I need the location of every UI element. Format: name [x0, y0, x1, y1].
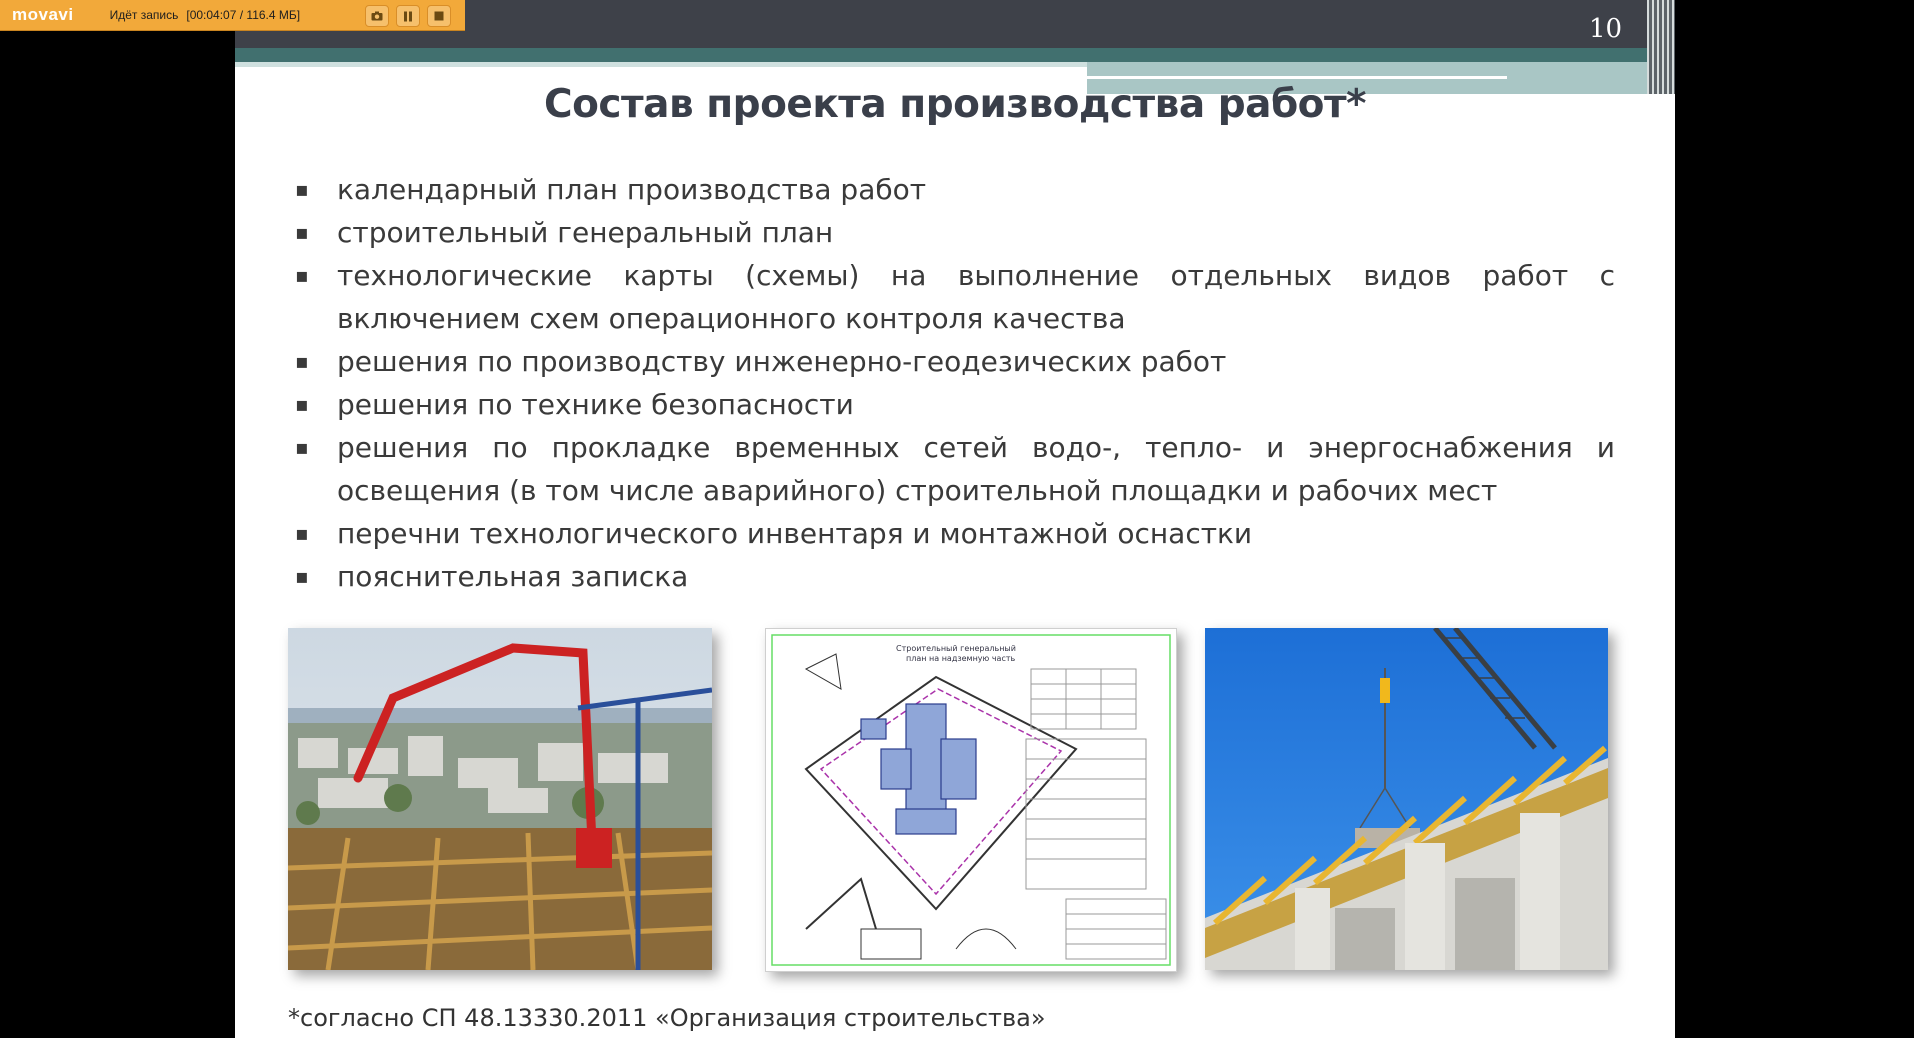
stop-button[interactable]	[427, 5, 451, 27]
pause-button[interactable]	[396, 5, 420, 27]
slide-header-stripes	[1647, 0, 1675, 94]
svg-text:Строительный генеральный: Строительный генеральный	[896, 644, 1016, 653]
bullet-marker-icon: ▪	[295, 349, 309, 373]
slide-header-line	[235, 62, 1087, 67]
construction-site-photo	[288, 628, 712, 970]
site-plan-drawing: Строительный генеральный план на надземн…	[765, 628, 1177, 972]
bullet-list: ▪ календарный план производства работ ▪ ст…	[295, 168, 1615, 598]
bullet-item: ▪ решения по прокладке временных сетей во…	[295, 426, 1615, 512]
bullet-marker-icon: ▪	[295, 521, 309, 545]
bullet-item: ▪ решения по производству инженерно-геоде…	[295, 340, 1615, 383]
bullet-item: ▪ строительный генеральный план	[295, 211, 1615, 254]
bullet-item: ▪ перечни технологического инвентаря и мо…	[295, 512, 1615, 555]
bullet-marker-icon: ▪	[295, 177, 309, 201]
movavi-logo: movavi	[12, 5, 74, 24]
presentation-slide: 10 Состав проекта производства работ* ▪ к…	[235, 0, 1675, 1038]
screenshot-button[interactable]	[365, 5, 389, 27]
slide-title: Состав проекта производства работ*	[544, 82, 1366, 127]
footnote: *согласно СП 48.13330.2011 «Организация …	[288, 1004, 1046, 1032]
bullet-item: ▪ решения по технике безопасности	[295, 383, 1615, 426]
slide-header-accent	[235, 48, 1675, 62]
bullet-marker-icon: ▪	[295, 392, 309, 416]
bullet-marker-icon: ▪	[295, 564, 309, 588]
recorder-controls	[365, 5, 451, 27]
pause-icon	[404, 11, 412, 21]
recording-status: Идёт запись	[109, 8, 179, 22]
slide-header-line-light	[1087, 76, 1507, 79]
bullet-item: ▪ пояснительная записка	[295, 555, 1615, 598]
recording-time: [00:04:07 / 116.4 МБ]	[186, 8, 301, 22]
bullet-item: ▪ технологические карты (схемы) на выполн…	[295, 254, 1615, 340]
bullet-marker-icon: ▪	[295, 435, 309, 459]
bullet-marker-icon: ▪	[295, 263, 309, 287]
recorder-toolbar: movavi Идёт запись [00:04:07 / 116.4 МБ]	[0, 0, 465, 31]
slide-number: 10	[1589, 14, 1623, 44]
bullet-marker-icon: ▪	[295, 220, 309, 244]
crane-building-photo	[1205, 628, 1608, 970]
camera-icon	[371, 11, 383, 21]
stop-icon	[434, 11, 444, 21]
bullet-item: ▪ календарный план производства работ	[295, 168, 1615, 211]
svg-text:план на надземную часть: план на надземную часть	[906, 654, 1016, 663]
